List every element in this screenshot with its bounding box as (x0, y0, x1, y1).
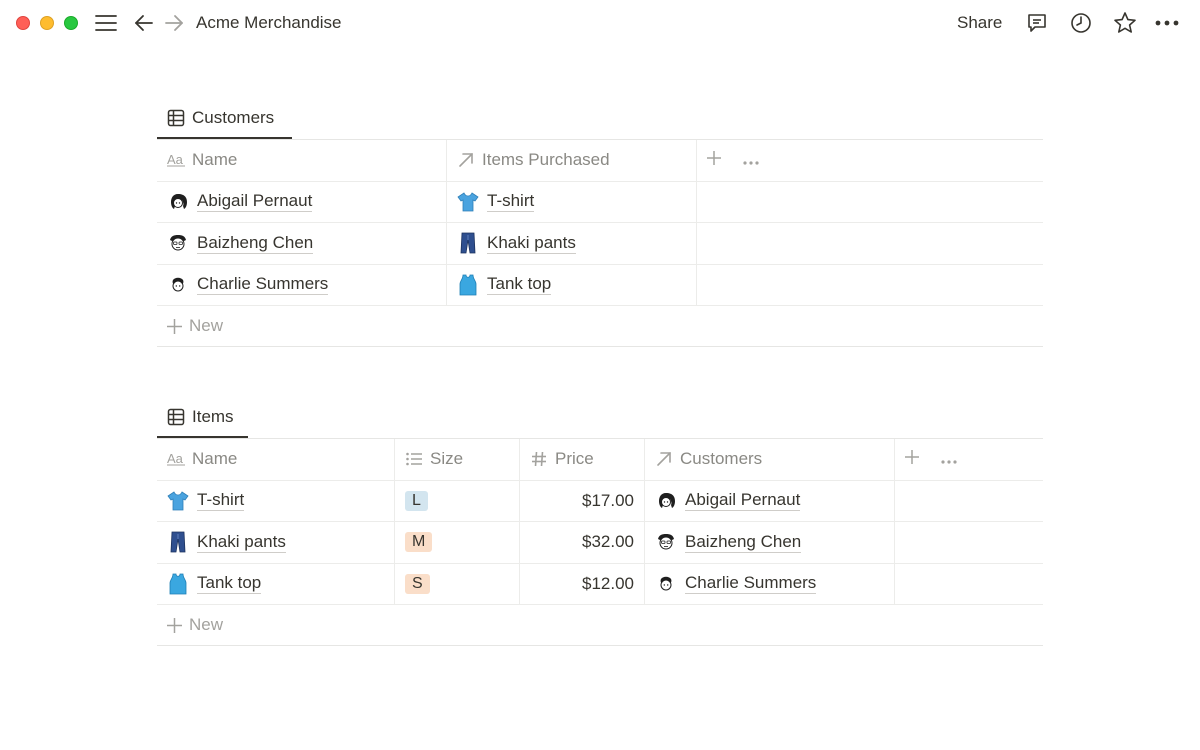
favorite-star-icon[interactable] (1113, 11, 1137, 35)
avatar-abigail-icon (655, 490, 677, 512)
tshirt-icon (457, 191, 479, 213)
column-options-more-icon[interactable] (743, 150, 759, 170)
column-header-items-purchased[interactable]: Items Purchased (447, 140, 697, 181)
empty-cell[interactable] (895, 481, 1043, 522)
empty-cell[interactable] (895, 564, 1043, 605)
table-row: Khaki pants M $32.00 Baizheng Chen (157, 522, 1043, 564)
items-purchased-cell[interactable]: Tank top (447, 264, 697, 305)
tanktop-icon (167, 573, 189, 595)
plus-icon (167, 318, 182, 334)
customers-cell[interactable]: Abigail Pernaut (645, 480, 895, 521)
tab-customers-table-view[interactable]: Customers (157, 97, 1043, 139)
column-header-name[interactable]: Aa Name (157, 140, 447, 181)
column-header-size[interactable]: Size (395, 439, 520, 480)
customers-cell[interactable]: Baizheng Chen (645, 522, 895, 563)
empty-cell[interactable] (697, 265, 1043, 306)
size-cell[interactable]: L (395, 480, 520, 521)
forward-arrow-icon[interactable] (162, 11, 186, 35)
jeans-icon (457, 232, 479, 254)
table-row: Baizheng Chen Khaki pants (157, 223, 1043, 265)
table-row: Abigail Pernaut T-shirt (157, 181, 1043, 223)
page-title[interactable]: Acme Merchandise (196, 13, 342, 33)
name-cell[interactable]: Baizheng Chen (157, 223, 447, 264)
table-icon (167, 408, 185, 426)
add-property-plus-icon[interactable] (707, 150, 721, 170)
new-row-button[interactable]: New (157, 306, 1043, 347)
name-cell[interactable]: Khaki pants (157, 522, 395, 563)
title-aa-icon: Aa (167, 151, 185, 169)
menu-icon[interactable] (94, 11, 118, 35)
tanktop-icon (457, 274, 479, 296)
name-cell[interactable]: Charlie Summers (157, 264, 447, 305)
back-arrow-icon[interactable] (132, 11, 156, 35)
title-aa-icon: Aa (167, 450, 185, 468)
tab-items-table-view[interactable]: Items (157, 396, 1043, 438)
tab-label: Items (192, 407, 234, 426)
avatar-baizheng-icon (167, 232, 189, 254)
table-header-row: Aa Name Size Price Customers (157, 439, 1043, 481)
title-bar: Acme Merchandise Share (0, 0, 1200, 46)
column-header-actions (697, 140, 1043, 181)
items-purchased-cell[interactable]: Khaki pants (447, 223, 697, 264)
avatar-charlie-icon (167, 274, 189, 296)
items-database: Items Aa Name Size Price Customers T-shi… (157, 396, 1043, 646)
items-purchased-cell[interactable]: T-shirt (447, 181, 697, 222)
svg-text:Aa: Aa (167, 153, 184, 167)
maximize-window-button[interactable] (64, 16, 78, 30)
name-cell[interactable]: T-shirt (157, 480, 395, 521)
avatar-abigail-icon (167, 191, 189, 213)
comments-icon[interactable] (1025, 11, 1049, 35)
price-cell[interactable]: $17.00 (520, 480, 645, 521)
column-options-more-icon[interactable] (941, 449, 957, 469)
active-tab-indicator (157, 137, 292, 139)
relation-arrow-icon (457, 151, 475, 169)
items-table: Aa Name Size Price Customers T-shirt L $… (157, 438, 1043, 646)
app-window: Acme Merchandise Share Customers Aa Name… (0, 0, 1200, 750)
table-icon (167, 109, 185, 127)
column-header-price[interactable]: Price (520, 439, 645, 480)
table-row: T-shirt L $17.00 Abigail Pernaut (157, 480, 1043, 522)
customers-table: Aa Name Items Purchased Abigail Pernaut … (157, 139, 1043, 347)
minimize-window-button[interactable] (40, 16, 54, 30)
avatar-baizheng-icon (655, 531, 677, 553)
share-button[interactable]: Share (952, 11, 1007, 35)
price-cell[interactable]: $12.00 (520, 563, 645, 604)
avatar-charlie-icon (655, 573, 677, 595)
table-row: Charlie Summers Tank top (157, 264, 1043, 306)
hash-icon (530, 450, 548, 468)
customers-database: Customers Aa Name Items Purchased Abigai… (157, 97, 1043, 347)
customers-cell[interactable]: Charlie Summers (645, 563, 895, 604)
column-header-actions (895, 439, 1043, 480)
active-tab-indicator (157, 436, 248, 438)
size-tag: L (405, 490, 428, 511)
add-property-plus-icon[interactable] (905, 449, 919, 469)
new-row-button[interactable]: New (157, 605, 1043, 646)
svg-text:Aa: Aa (167, 452, 184, 466)
table-header-row: Aa Name Items Purchased (157, 140, 1043, 182)
empty-cell[interactable] (697, 223, 1043, 264)
column-header-customers[interactable]: Customers (645, 439, 895, 480)
size-tag: M (405, 532, 433, 553)
name-cell[interactable]: Tank top (157, 563, 395, 604)
plus-icon (167, 617, 182, 633)
close-window-button[interactable] (16, 16, 30, 30)
size-tag: S (405, 573, 430, 594)
name-cell[interactable]: Abigail Pernaut (157, 181, 447, 222)
window-controls (16, 16, 78, 30)
relation-arrow-icon (655, 450, 673, 468)
tshirt-icon (167, 490, 189, 512)
column-header-name[interactable]: Aa Name (157, 439, 395, 480)
size-cell[interactable]: S (395, 563, 520, 604)
history-clock-icon[interactable] (1069, 11, 1093, 35)
price-cell[interactable]: $32.00 (520, 522, 645, 563)
list-icon (405, 450, 423, 468)
empty-cell[interactable] (895, 522, 1043, 563)
empty-cell[interactable] (697, 182, 1043, 223)
tab-label: Customers (192, 108, 275, 127)
size-cell[interactable]: M (395, 522, 520, 563)
jeans-icon (167, 531, 189, 553)
more-options-icon[interactable] (1155, 11, 1179, 35)
table-row: Tank top S $12.00 Charlie Summers (157, 563, 1043, 605)
